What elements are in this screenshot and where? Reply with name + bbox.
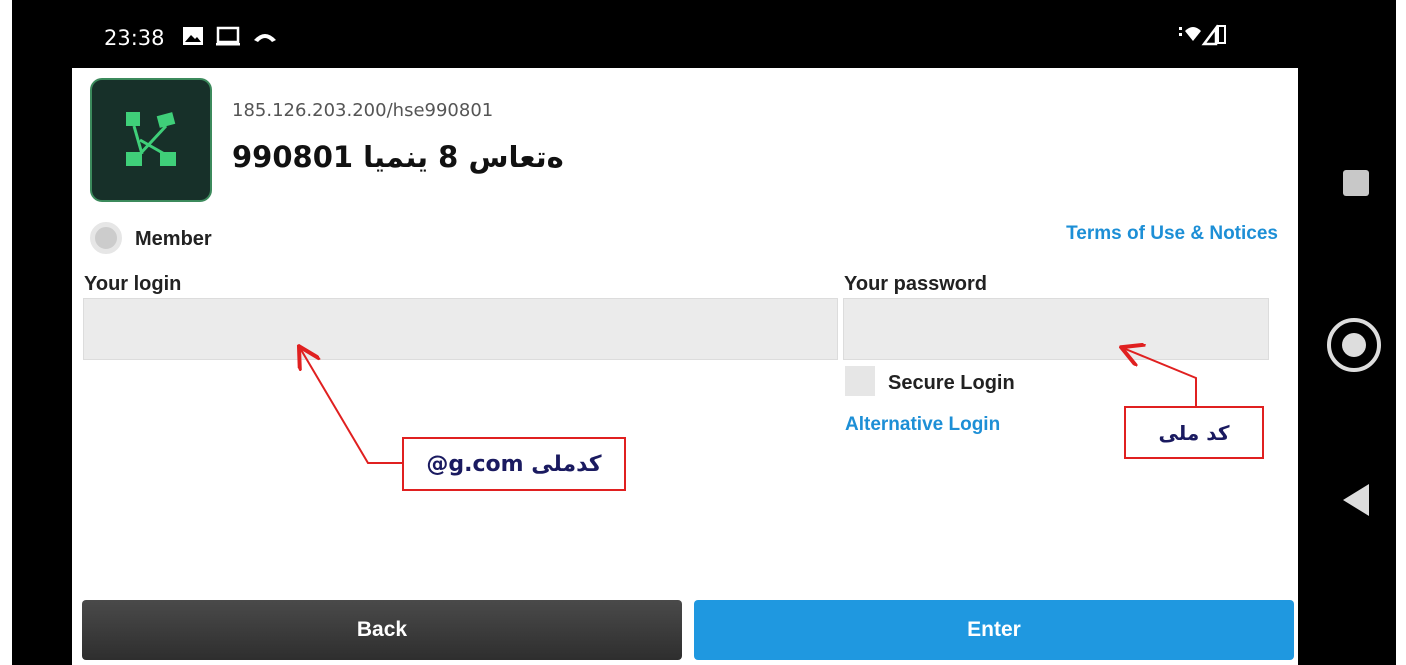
terms-of-use-link[interactable]: Terms of Use & Notices [1066,223,1278,245]
back-icon[interactable] [1343,484,1369,516]
recents-icon[interactable] [1343,170,1369,196]
status-time: 23:38 [104,26,165,50]
image-icon [183,27,203,45]
phone-hangup-icon [254,34,276,42]
status-bar: 23:38 [12,0,1396,68]
login-input[interactable] [83,298,838,360]
member-radio[interactable] [90,222,122,254]
home-icon[interactable] [1327,318,1381,372]
signal-icon [1201,24,1218,46]
secure-login-checkbox[interactable] [845,366,875,396]
adobe-connect-logo-icon [90,78,212,202]
system-status-icons [1179,24,1226,46]
alternative-login-link[interactable]: Alternative Login [845,414,1000,436]
image-border-right [1396,0,1406,665]
password-input[interactable] [843,298,1269,360]
image-border-left [0,0,12,665]
password-label: Your password [844,273,987,295]
login-screen: 185.126.203.200/hse990801 990801 ەتعاس 8… [72,68,1298,665]
home-icon-dot [1342,333,1366,357]
login-label: Your login [84,273,182,295]
back-button[interactable]: Back [82,600,682,660]
secure-login-label: Secure Login [888,372,1015,394]
meeting-url: 185.126.203.200/hse990801 [232,100,494,121]
meeting-title: 990801 ەتعاس 8 ینمیا [232,140,564,174]
battery-icon [1217,25,1226,44]
vibrate-icon [1179,27,1182,36]
cast-icon [216,26,240,46]
wifi-icon [1185,27,1201,41]
enter-button[interactable]: Enter [694,600,1294,660]
member-label: Member [135,228,212,250]
